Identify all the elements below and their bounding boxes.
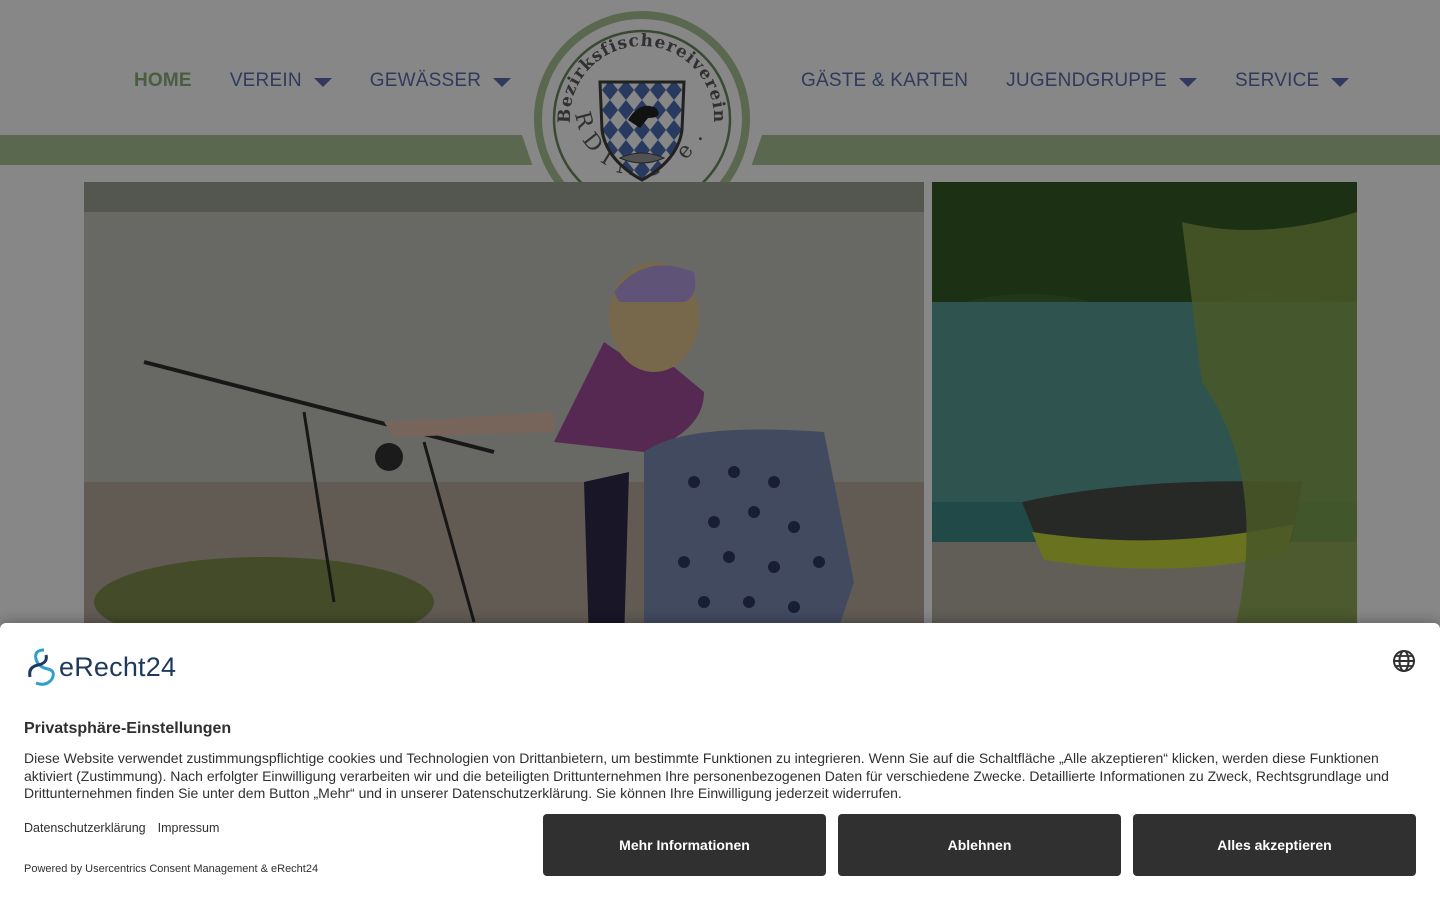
- consent-links: Datenschutzerklärung Impressum: [24, 821, 231, 835]
- brand-name: eRecht24: [59, 651, 177, 682]
- erecht24-logo: eRecht24: [24, 647, 176, 687]
- consent-description: Diese Website verwendet zustimmungspflic…: [24, 750, 1389, 801]
- imprint-link[interactable]: Impressum: [158, 821, 220, 835]
- erecht24-mark-icon: [28, 648, 55, 686]
- globe-icon[interactable]: [1391, 648, 1417, 674]
- cookie-consent-banner: eRecht24 Privatsphäre-Einstellungen Dies…: [0, 623, 1440, 900]
- privacy-policy-link[interactable]: Datenschutzerklärung: [24, 821, 146, 835]
- accept-all-button[interactable]: Alles akzeptieren: [1133, 814, 1416, 876]
- deny-button[interactable]: Ablehnen: [838, 814, 1121, 876]
- more-information-button[interactable]: Mehr Informationen: [543, 814, 826, 876]
- consent-title: Privatsphäre-Einstellungen: [24, 720, 232, 737]
- powered-by-text: Powered by Usercentrics Consent Manageme…: [24, 863, 319, 875]
